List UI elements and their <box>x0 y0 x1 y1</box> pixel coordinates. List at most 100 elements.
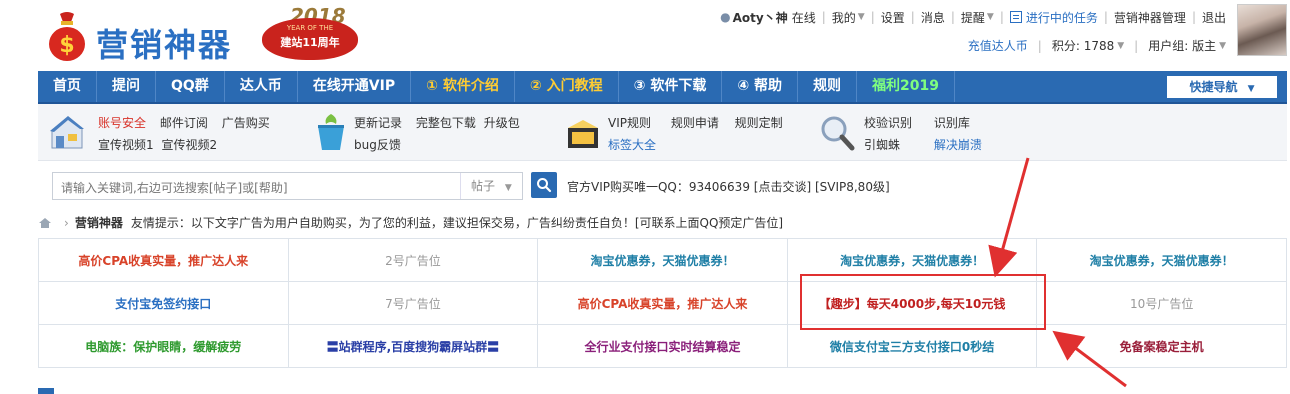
nav-item[interactable]: 首页 <box>38 71 97 102</box>
admin-link[interactable]: 营销神器管理 <box>1114 9 1186 26</box>
badge-line1: YEAR OF THE <box>286 24 334 32</box>
my-menu[interactable]: 我的 <box>832 9 856 26</box>
fix-crash-link[interactable]: 解决崩溃 <box>934 138 982 152</box>
spider-link[interactable]: 引蜘蛛 <box>864 138 900 152</box>
promo-video-2-link[interactable]: 宣传视频2 <box>161 138 217 152</box>
verify-recognition-link[interactable]: 校验识别 <box>864 116 912 130</box>
ad-purchase-link[interactable]: 广告购买 <box>222 116 270 130</box>
nav-item[interactable]: 提问 <box>97 71 156 102</box>
subnav-row: bug反馈 <box>354 136 411 153</box>
ad-cell[interactable]: 淘宝优惠券，天猫优惠券！ <box>537 238 788 282</box>
nav-item[interactable]: ④ 帮助 <box>722 71 799 102</box>
ad-cell[interactable]: 7号广告位 <box>287 281 539 325</box>
subnav-rules-group: VIP规则 规则申请 规则定制 标签大全 <box>554 104 804 161</box>
svg-text:$: $ <box>59 33 74 58</box>
nav-item[interactable]: QQ群 <box>156 71 225 102</box>
tasks-link[interactable]: 进行中的任务 <box>1026 9 1098 26</box>
nav-item[interactable]: ③ 软件下载 <box>619 71 723 102</box>
nav-item[interactable]: 福利2019 <box>857 71 956 102</box>
avatar[interactable] <box>1237 4 1287 56</box>
ad-cell[interactable]: 高价CPA收真实量，推广达人来 <box>38 238 289 282</box>
recharge-link[interactable]: 充值达人币 <box>968 37 1028 54</box>
site-title: 营销神器 <box>96 26 233 64</box>
search-type-select[interactable]: 帖子 ▼ <box>460 173 523 199</box>
subnav-row: 引蜘蛛 解决崩溃 <box>864 136 992 153</box>
divider: | <box>999 10 1004 24</box>
ad-cell[interactable]: 〓站群程序,百度搜狗霸屏站群〓 <box>287 324 539 368</box>
divider: | <box>1134 38 1139 53</box>
logout-link[interactable]: 退出 <box>1202 9 1226 26</box>
vip-purchase-note[interactable]: 官方VIP购买唯一QQ：93406639 [点击交谈] [SVIP8,80级] <box>567 178 890 195</box>
breadcrumb: › 营销神器 友情提示：以下文字广告为用户自助购买，为了您的利益，建议担保交易，… <box>38 214 783 231</box>
list-toolbar <box>38 386 1287 394</box>
download-bucket-icon <box>318 114 344 150</box>
home-icon[interactable] <box>38 217 52 229</box>
chevron-right-icon: › <box>64 215 69 230</box>
vip-rules-link[interactable]: VIP规则 <box>608 116 651 130</box>
search-box[interactable]: 请输入关键词,右边可选搜索[帖子]或[帮助] 帖子 ▼ <box>52 172 523 200</box>
search-icon <box>537 178 552 193</box>
subnav-download-group: 更新记录 完整包下载 升级包 bug反馈 <box>302 104 552 161</box>
nav-list: 首页 提问 QQ群 达人币 在线开通VIP ① 软件介绍 ② 入门教程 ③ 软件下载 ④ 帮助规… <box>38 71 1287 102</box>
ad-cell[interactable]: 全行业支付接口实时结算稳定 <box>537 324 788 368</box>
divider: | <box>1191 10 1196 24</box>
subnav-row: 校验识别 识别库 <box>864 114 980 131</box>
quick-nav-button[interactable]: 快捷导航 ▼ <box>1167 76 1277 98</box>
account-security-link[interactable]: 账号安全 <box>98 116 146 130</box>
user-group-menu[interactable]: 用户组: 版主 <box>1148 37 1216 54</box>
ad-cell[interactable]: 高价CPA收真实量，推广达人来 <box>537 281 788 325</box>
nav-item[interactable]: ② 入门教程 <box>515 71 619 102</box>
ad-cell[interactable]: 微信支付宝三方支付接口0秒结 <box>786 324 1038 368</box>
user-toolbar: ● Aoty丶神 在线 | 我的 ▼ | 设置 | 消息 | 提醒 ▼ | 进行中的… <box>720 9 1226 25</box>
chevron-down-icon: ▼ <box>857 12 865 22</box>
rule-custom-link[interactable]: 规则定制 <box>735 116 783 130</box>
points-menu[interactable]: 积分: 1788 <box>1052 37 1114 54</box>
chevron-down-icon: ▼ <box>986 12 994 22</box>
user-icon: ● <box>720 10 731 24</box>
quick-nav-label: 快捷导航 <box>1189 80 1238 94</box>
subnav-recognition-group: 校验识别 识别库 引蜘蛛 解决崩溃 <box>808 104 1058 161</box>
nav-item[interactable]: 达人币 <box>225 71 298 102</box>
site-logo[interactable]: $ 营销神器 2018 YEAR OF THE 建站11周年 <box>46 4 376 66</box>
ad-cell[interactable]: 淘宝优惠券，天猫优惠券！ <box>1036 238 1287 282</box>
ad-cell[interactable]: 10号广告位 <box>1036 281 1287 325</box>
chevron-down-icon: ▼ <box>1219 40 1226 51</box>
tag-list-link[interactable]: 标签大全 <box>608 138 656 152</box>
nav-item[interactable]: 规则 <box>798 71 858 102</box>
badge-line2: 建站11周年 <box>280 36 340 49</box>
search-button[interactable] <box>531 172 557 198</box>
anniversary-badge: 2018 YEAR OF THE 建站11周年 <box>262 4 362 62</box>
divider: | <box>910 10 915 24</box>
ad-cell[interactable]: 电脑族：保护眼睛，缓解疲劳 <box>38 324 289 368</box>
divider: | <box>1037 38 1042 53</box>
divider: | <box>950 10 955 24</box>
breadcrumb-forum[interactable]: 营销神器 <box>75 214 123 231</box>
table-row: 高价CPA收真实量，推广达人来 2号广告位 淘宝优惠券，天猫优惠券！ 淘宝优惠券… <box>38 238 1287 282</box>
messages-link[interactable]: 消息 <box>921 9 945 26</box>
subnav-row: VIP规则 规则申请 规则定制 <box>608 114 793 131</box>
bug-report-link[interactable]: bug反馈 <box>354 138 401 152</box>
promo-video-1-link[interactable]: 宣传视频1 <box>98 138 154 152</box>
changelog-link[interactable]: 更新记录 <box>354 116 402 130</box>
email-subscribe-link[interactable]: 邮件订阅 <box>160 116 208 130</box>
ad-cell[interactable]: 免备案稳定主机 <box>1036 324 1287 368</box>
search-input[interactable]: 请输入关键词,右边可选搜索[帖子]或[帮助] <box>61 179 288 196</box>
highlight-box <box>800 274 1046 330</box>
upgrade-pack-link[interactable]: 升级包 <box>484 116 520 130</box>
remind-menu[interactable]: 提醒 <box>961 9 985 26</box>
full-download-link[interactable]: 完整包下载 <box>416 116 476 130</box>
subnav-account-group: 账号安全 邮件订阅 广告购买 宣传视频1 宣传视频2 <box>38 104 288 161</box>
recognition-lib-link[interactable]: 识别库 <box>934 116 970 130</box>
ad-cell[interactable]: 支付宝免签约接口 <box>38 281 289 325</box>
table-row: 支付宝免签约接口 7号广告位 高价CPA收真实量，推广达人来 【趣步】每天400… <box>38 281 1287 325</box>
settings-link[interactable]: 设置 <box>881 9 905 26</box>
nav-item[interactable]: ① 软件介绍 <box>411 71 515 102</box>
rule-apply-link[interactable]: 规则申请 <box>671 116 719 130</box>
ad-cell[interactable]: 2号广告位 <box>287 238 539 282</box>
nav-item[interactable]: 在线开通VIP <box>298 71 412 102</box>
sub-nav: 账号安全 邮件订阅 广告购买 宣传视频1 宣传视频2 更新记录 完整包下载 升级… <box>38 104 1287 161</box>
username-link[interactable]: Aoty丶神 <box>733 9 788 26</box>
ad-tip-text: 友情提示：以下文字广告为用户自助购买，为了您的利益，建议担保交易，广告纠纷责任自… <box>130 216 784 230</box>
chevron-down-icon: ▼ <box>1117 40 1125 51</box>
magnifier-icon <box>821 116 855 151</box>
